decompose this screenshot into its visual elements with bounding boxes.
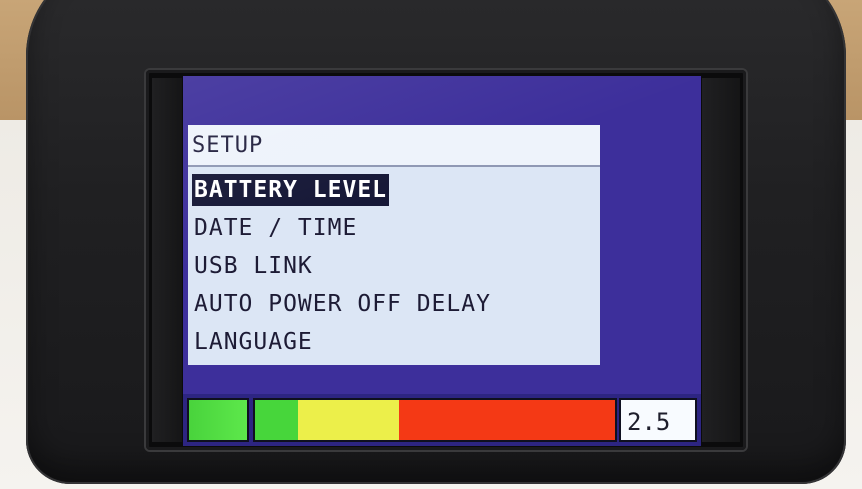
gauge-yellow-zone [298, 400, 399, 440]
bezel-left-edge [152, 78, 182, 442]
menu-title-bar: SETUP [188, 125, 600, 167]
status-bar: 2.5 [183, 394, 701, 446]
menu-list: BATTERY LEVEL DATE / TIME USB LINK AUTO … [188, 171, 600, 361]
gauge-red-zone [398, 400, 615, 440]
menu-item-language[interactable]: LANGUAGE [188, 323, 600, 361]
level-gauge [253, 398, 617, 442]
menu-item-usb-link[interactable]: USB LINK [188, 247, 600, 285]
menu-item-label: BATTERY LEVEL [192, 174, 390, 206]
menu-item-battery-level[interactable]: BATTERY LEVEL [188, 171, 600, 209]
device-screen: SETUP BATTERY LEVEL DATE / TIME USB LINK… [183, 76, 701, 446]
value-readout-text: 2.5 [627, 408, 671, 436]
menu-item-date-time[interactable]: DATE / TIME [188, 209, 600, 247]
bezel-right-edge [702, 78, 740, 442]
setup-menu: SETUP BATTERY LEVEL DATE / TIME USB LINK… [188, 125, 600, 365]
menu-item-label: USB LINK [194, 253, 313, 279]
status-indicator-green [187, 398, 249, 442]
menu-item-label: AUTO POWER OFF DELAY [194, 291, 491, 317]
value-readout: 2.5 [619, 398, 697, 442]
gauge-green-zone [255, 400, 299, 440]
menu-item-label: DATE / TIME [194, 215, 358, 241]
menu-item-label: LANGUAGE [194, 329, 313, 355]
menu-item-auto-power-off-delay[interactable]: AUTO POWER OFF DELAY [188, 285, 600, 323]
menu-title: SETUP [192, 133, 264, 158]
